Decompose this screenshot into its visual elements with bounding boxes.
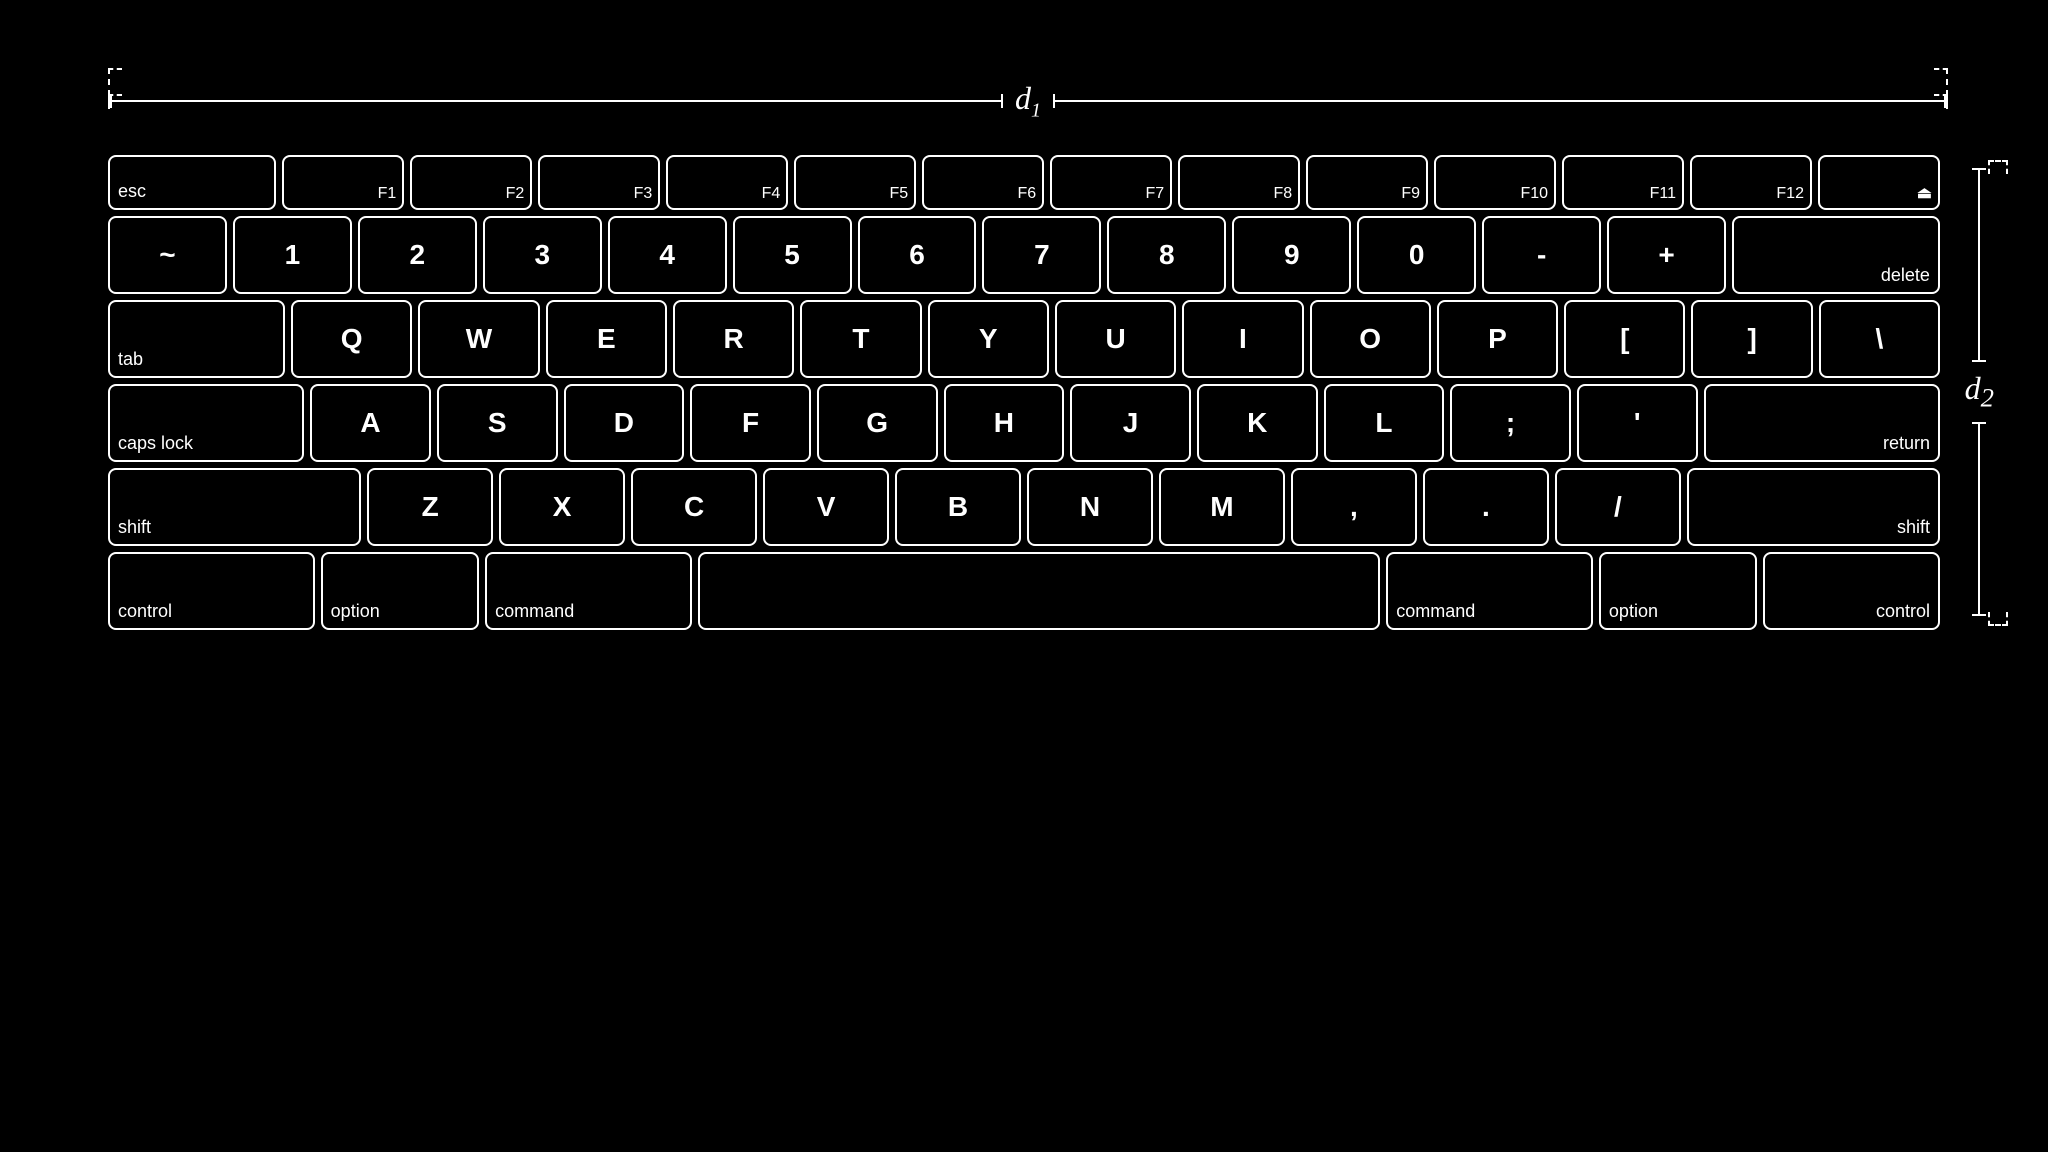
key-control-right[interactable]: control [1763, 552, 1940, 630]
key-slash[interactable]: / [1555, 468, 1681, 546]
key-5[interactable]: 5 [733, 216, 852, 294]
key-f[interactable]: F [690, 384, 811, 462]
key-shift-left[interactable]: shift [108, 468, 361, 546]
key-option-left[interactable]: option [321, 552, 480, 630]
key-f3[interactable]: F3 [538, 155, 660, 210]
key-b[interactable]: B [895, 468, 1021, 546]
key-f12[interactable]: F12 [1690, 155, 1812, 210]
key-f9[interactable]: F9 [1306, 155, 1428, 210]
key-f6[interactable]: F6 [922, 155, 1044, 210]
key-v[interactable]: V [763, 468, 889, 546]
key-semicolon[interactable]: ; [1450, 384, 1571, 462]
key-p[interactable]: P [1437, 300, 1558, 378]
key-g[interactable]: G [817, 384, 938, 462]
key-q[interactable]: Q [291, 300, 412, 378]
d2-bracket-bottom [1988, 612, 2008, 626]
key-esc[interactable]: esc [108, 155, 276, 210]
key-2[interactable]: 2 [358, 216, 477, 294]
key-j[interactable]: J [1070, 384, 1191, 462]
key-n[interactable]: N [1027, 468, 1153, 546]
dimension-d1: d1 [108, 80, 1948, 122]
fn-row: esc F1 F2 F3 F4 F5 F6 F7 F8 F9 F10 F11 F… [108, 155, 1940, 210]
key-period[interactable]: . [1423, 468, 1549, 546]
key-command-right[interactable]: command [1386, 552, 1593, 630]
key-return[interactable]: return [1704, 384, 1940, 462]
dimension-d2: d2 [1965, 168, 1994, 616]
key-comma[interactable]: , [1291, 468, 1417, 546]
key-delete[interactable]: delete [1732, 216, 1940, 294]
key-f11[interactable]: F11 [1562, 155, 1684, 210]
key-tab[interactable]: tab [108, 300, 285, 378]
keyboard: esc F1 F2 F3 F4 F5 F6 F7 F8 F9 F10 F11 F… [108, 155, 1940, 630]
bottom-row: control option command command option co… [108, 552, 1940, 630]
key-plus[interactable]: + [1607, 216, 1726, 294]
key-z[interactable]: Z [367, 468, 493, 546]
key-eject[interactable]: ⏏ [1818, 155, 1940, 210]
key-backslash[interactable]: \ [1819, 300, 1940, 378]
d1-line [110, 100, 1003, 102]
d1-bracket-left [108, 68, 122, 96]
key-w[interactable]: W [418, 300, 539, 378]
d2-line-bottom [1978, 422, 1980, 616]
key-f2[interactable]: F2 [410, 155, 532, 210]
key-3[interactable]: 3 [483, 216, 602, 294]
key-d[interactable]: D [564, 384, 685, 462]
key-h[interactable]: H [944, 384, 1065, 462]
key-space[interactable] [698, 552, 1380, 630]
key-shift-right[interactable]: shift [1687, 468, 1940, 546]
d1-line-right [1053, 100, 1946, 102]
key-f10[interactable]: F10 [1434, 155, 1556, 210]
key-4[interactable]: 4 [608, 216, 727, 294]
zxcv-row: shift Z X C V B N M , . / shift [108, 468, 1940, 546]
key-k[interactable]: K [1197, 384, 1318, 462]
key-m[interactable]: M [1159, 468, 1285, 546]
key-s[interactable]: S [437, 384, 558, 462]
key-f1[interactable]: F1 [282, 155, 404, 210]
d1-bracket-right [1934, 68, 1948, 96]
key-capslock[interactable]: caps lock [108, 384, 304, 462]
key-f7[interactable]: F7 [1050, 155, 1172, 210]
qwerty-row: tab Q W E R T Y U I O P [ ] \ [108, 300, 1940, 378]
key-7[interactable]: 7 [982, 216, 1101, 294]
key-o[interactable]: O [1310, 300, 1431, 378]
d2-bracket-top [1988, 160, 2008, 174]
key-u[interactable]: U [1055, 300, 1176, 378]
key-quote[interactable]: ' [1577, 384, 1698, 462]
key-0[interactable]: 0 [1357, 216, 1476, 294]
key-a[interactable]: A [310, 384, 431, 462]
key-8[interactable]: 8 [1107, 216, 1226, 294]
key-i[interactable]: I [1182, 300, 1303, 378]
key-control-left[interactable]: control [108, 552, 315, 630]
key-6[interactable]: 6 [858, 216, 977, 294]
key-t[interactable]: T [800, 300, 921, 378]
asdf-row: caps lock A S D F G H J K L ; ' return [108, 384, 1940, 462]
key-command-left[interactable]: command [485, 552, 692, 630]
num-row: ~ 1 2 3 4 5 6 7 8 9 0 - + delete [108, 216, 1940, 294]
key-f5[interactable]: F5 [794, 155, 916, 210]
key-bracket-right[interactable]: ] [1691, 300, 1812, 378]
d2-label: d2 [1965, 362, 1994, 421]
key-e[interactable]: E [546, 300, 667, 378]
key-y[interactable]: Y [928, 300, 1049, 378]
key-x[interactable]: X [499, 468, 625, 546]
d2-line-top [1978, 168, 1980, 362]
key-f8[interactable]: F8 [1178, 155, 1300, 210]
d1-label: d1 [1003, 80, 1053, 122]
key-f4[interactable]: F4 [666, 155, 788, 210]
key-option-right[interactable]: option [1599, 552, 1758, 630]
key-minus[interactable]: - [1482, 216, 1601, 294]
key-1[interactable]: 1 [233, 216, 352, 294]
key-l[interactable]: L [1324, 384, 1445, 462]
scene: d1 d2 esc F1 F2 F3 F4 F5 F6 F7 F8 [0, 0, 2048, 1152]
key-tilde[interactable]: ~ [108, 216, 227, 294]
key-9[interactable]: 9 [1232, 216, 1351, 294]
key-bracket-left[interactable]: [ [1564, 300, 1685, 378]
key-r[interactable]: R [673, 300, 794, 378]
key-c[interactable]: C [631, 468, 757, 546]
